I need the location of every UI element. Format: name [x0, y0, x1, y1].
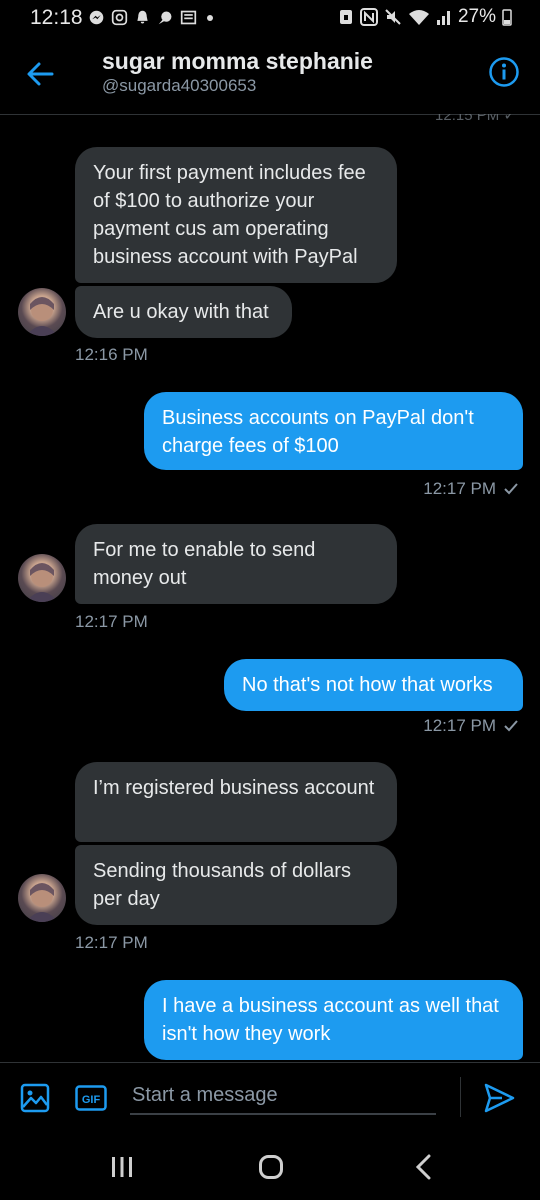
- avatar-image: [26, 563, 58, 602]
- avatar[interactable]: [18, 288, 66, 336]
- contact-handle[interactable]: @sugarda40300653: [102, 76, 256, 96]
- message-text: Business accounts on PayPal don't charge…: [162, 407, 474, 457]
- contact-name[interactable]: sugar momma stephanie: [102, 48, 373, 75]
- battery-percent: 27%: [457, 6, 496, 27]
- system-navigation-bar: [0, 1134, 540, 1200]
- message-composer: GIF: [0, 1062, 540, 1135]
- more-notifications-dot: [207, 14, 213, 21]
- back-arrow-icon[interactable]: [22, 56, 58, 92]
- recent-apps-icon[interactable]: [110, 1154, 134, 1180]
- avatar[interactable]: [18, 874, 66, 922]
- message-bubble-outgoing[interactable]: Business accounts on PayPal don't charge…: [144, 392, 523, 470]
- gif-icon[interactable]: GIF: [75, 1085, 107, 1111]
- message-bubble-outgoing[interactable]: I have a business account as well that i…: [144, 980, 523, 1060]
- mute-icon: [385, 9, 401, 25]
- message-text: I have a business account as well that i…: [162, 995, 499, 1045]
- info-icon[interactable]: [488, 56, 520, 88]
- status-time: 12:18: [30, 6, 83, 29]
- sent-check-icon: [504, 483, 518, 495]
- avatar[interactable]: [18, 554, 66, 602]
- message-text: I’m registered business account: [93, 777, 375, 799]
- sent-check-icon: [504, 720, 518, 732]
- news-icon: [180, 10, 197, 25]
- status-bar: 12:18 27%: [0, 0, 540, 36]
- composer-divider: [460, 1077, 461, 1117]
- message-bubble-incoming[interactable]: I’m registered business account: [75, 762, 397, 842]
- message-text: Your first payment includes fee of $100 …: [93, 162, 366, 268]
- message-text: No that's not how that works: [242, 674, 493, 696]
- nfc-icon: [359, 8, 378, 26]
- conversation-header: sugar momma stephanie @sugarda40300653: [0, 36, 540, 115]
- wifi-icon: [408, 10, 429, 25]
- message-bubble-incoming[interactable]: Your first payment includes fee of $100 …: [75, 147, 397, 283]
- message-timestamp: 12:17 PM: [423, 479, 518, 499]
- message-bubble-outgoing[interactable]: No that's not how that works: [224, 659, 523, 711]
- messenger-icon: [89, 10, 104, 25]
- message-timestamp: 12:17 PM: [75, 933, 148, 952]
- alarm-lock-icon: [339, 10, 352, 24]
- notification-icon: [158, 11, 172, 25]
- message-bubble-incoming[interactable]: Are u okay with that: [75, 286, 292, 338]
- message-text: Sending thousands of dollars per day: [93, 860, 351, 910]
- dm-screen: 12:18 27% sugar momma stephanie @sugarda…: [0, 0, 540, 1200]
- image-icon[interactable]: [20, 1083, 50, 1113]
- message-bubble-incoming[interactable]: For me to enable to send money out: [75, 524, 397, 604]
- avatar-image: [26, 883, 58, 922]
- battery-icon: [502, 9, 512, 26]
- signal-icon: [436, 11, 450, 25]
- message-text: For me to enable to send money out: [93, 539, 316, 589]
- message-bubble-incoming[interactable]: Sending thousands of dollars per day: [75, 845, 397, 925]
- gif-label: GIF: [82, 1094, 101, 1106]
- system-status: 27%: [338, 6, 512, 28]
- message-timestamp: 12:16 PM: [75, 345, 148, 364]
- bell-icon: [137, 10, 148, 24]
- send-icon[interactable]: [482, 1081, 516, 1115]
- message-input[interactable]: [130, 1077, 436, 1115]
- notification-icons: [88, 9, 213, 26]
- home-icon[interactable]: [258, 1154, 284, 1180]
- message-timestamp: 12:17 PM: [423, 716, 518, 736]
- avatar-image: [26, 297, 58, 336]
- nav-back-icon[interactable]: [414, 1154, 434, 1180]
- message-text: Are u okay with that: [93, 301, 269, 323]
- message-timestamp: 12:17 PM: [75, 612, 148, 631]
- instagram-icon: [111, 9, 128, 26]
